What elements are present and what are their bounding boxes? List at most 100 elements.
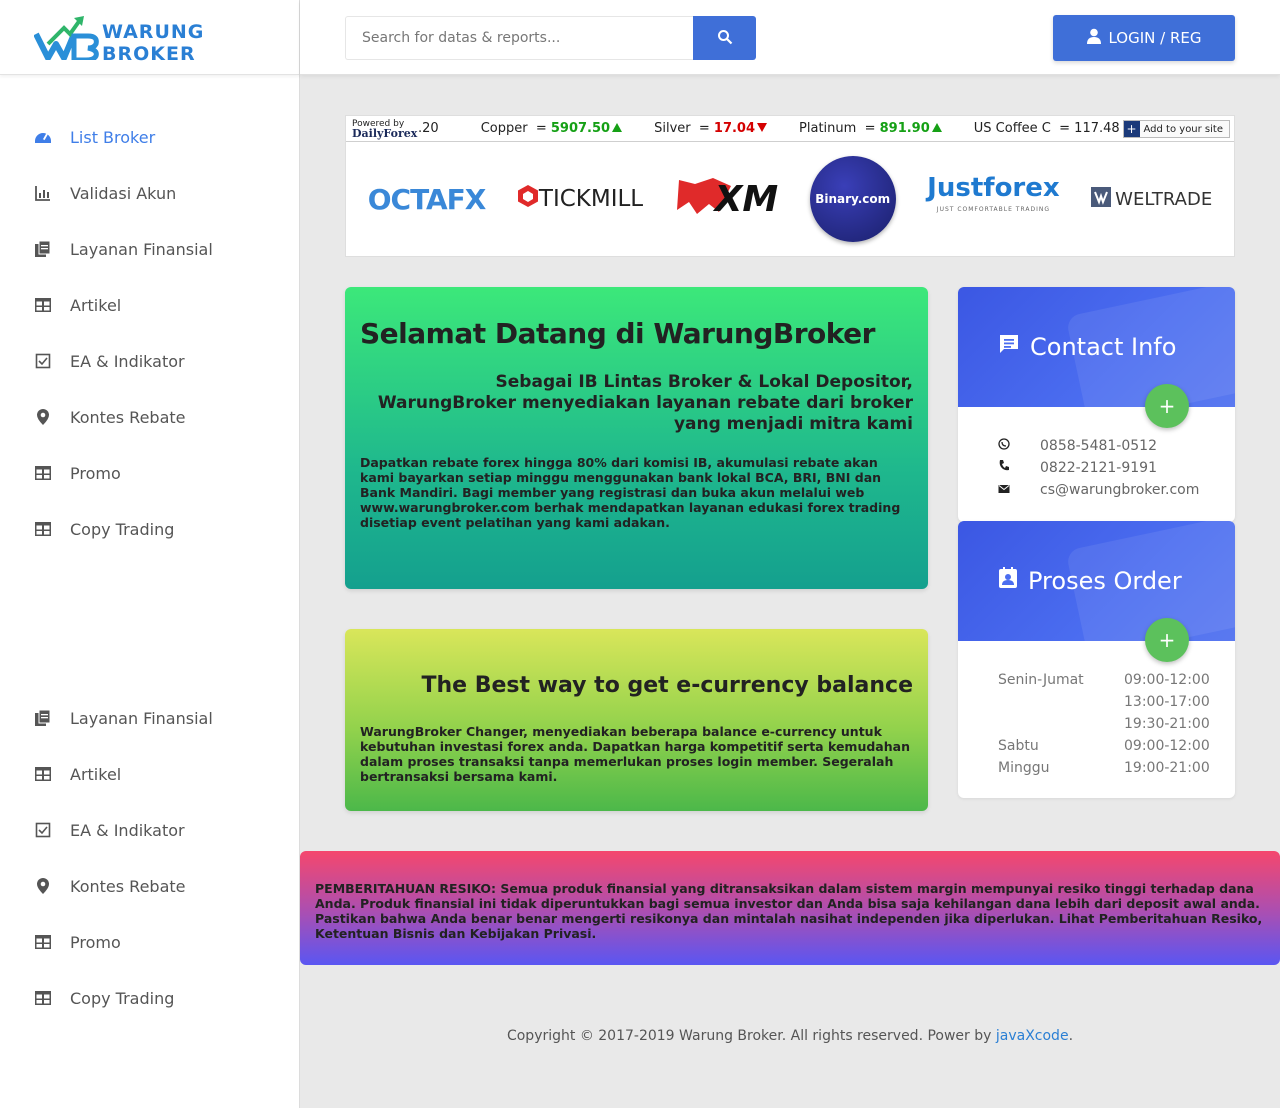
order-process-header: Proses Order	[958, 521, 1235, 641]
login-register-button[interactable]: LOGIN / REG	[1053, 15, 1235, 61]
sidebar-item-ea-indikator[interactable]: EA & Indikator	[0, 333, 300, 389]
order-expand-button[interactable]: +	[1145, 618, 1189, 662]
javaxcode-link[interactable]: javaXcode	[996, 1028, 1069, 1044]
broker-octafx[interactable]: OCTAFX	[368, 183, 487, 216]
dailyforex-brand: DailyForex	[352, 126, 418, 140]
ticker-item[interactable]: Platinum = 891.90	[799, 121, 942, 136]
broker-logos: OCTAFX TICKMILL XM Binary.com Justforex …	[346, 142, 1234, 256]
arrow-up-icon	[612, 123, 623, 132]
order-hours: Senin-Jumat 09:00-12:00 13:00-17:00 19:30-2…	[958, 641, 1235, 779]
sidebar-item-layanan-finansial[interactable]: Layanan Finansial	[0, 690, 300, 746]
contact-details: 0858-5481-0512 0822-2121-9191 cs@warungb…	[958, 407, 1235, 501]
contact-expand-button[interactable]: +	[1145, 384, 1189, 428]
weltrade-icon	[1091, 186, 1112, 212]
user-icon	[1086, 28, 1102, 48]
sidebar-nav-bottom: Layanan Finansial Artikel EA & Indikator Ko…	[0, 690, 300, 1026]
ecurrency-body: WarungBroker Changer, menyediakan bebera…	[360, 724, 910, 784]
envelope-icon	[998, 482, 1040, 498]
sidebar-item-kontes-rebate[interactable]: Kontes Rebate	[0, 858, 300, 914]
order-time: 19:30-21:00	[1124, 716, 1210, 732]
sidebar-item-label: List Broker	[70, 127, 156, 147]
commodity-ticker: Powered by DailyForex .20 Copper = 5907.…	[346, 116, 1234, 142]
tickmill-hex-icon	[517, 184, 539, 214]
sidebar-item-label: Layanan Finansial	[70, 708, 213, 728]
contact-email[interactable]: cs@warungbroker.com	[998, 479, 1235, 501]
sidebar-item-artikel[interactable]: Artikel	[0, 277, 300, 333]
contact-whatsapp[interactable]: 0858-5481-0512	[998, 435, 1235, 457]
sidebar-item-promo[interactable]: Promo	[0, 914, 300, 970]
risk-notice: PEMBERITAHUAN RESIKO: Semua produk finan…	[300, 851, 1280, 965]
sidebar-item-kontes-rebate[interactable]: Kontes Rebate	[0, 389, 300, 445]
sidebar-nav-top: List Broker Validasi Akun Layanan Finansia…	[0, 109, 300, 557]
table-icon	[34, 464, 52, 482]
whatsapp-icon	[998, 438, 1040, 454]
broker-weltrade[interactable]: WELTRADE	[1091, 186, 1212, 212]
documents-icon	[34, 240, 52, 258]
ecurrency-card: The Best way to get e-currency balance W…	[345, 629, 928, 811]
order-time: 19:00-21:00	[1124, 760, 1210, 776]
footer: Copyright © 2017-2019 Warung Broker. All…	[506, 1028, 1074, 1044]
broker-xm[interactable]: XM	[675, 174, 778, 225]
broker-justforex[interactable]: Justforex JUST COMFORTABLE TRADING	[927, 175, 1060, 221]
order-time: 09:00-12:00	[1124, 738, 1210, 754]
sidebar-item-promo[interactable]: Promo	[0, 445, 300, 501]
order-hours-row: 13:00-17:00	[998, 691, 1235, 713]
arrow-down-icon	[757, 123, 768, 132]
sidebar-item-ea-indikator[interactable]: EA & Indikator	[0, 802, 300, 858]
broker-binary[interactable]: Binary.com	[809, 156, 896, 242]
dashboard-icon	[34, 128, 52, 146]
contact-info-header: Contact Info	[958, 287, 1235, 407]
welcome-body: Dapatkan rebate forex hingga 80% dari ko…	[360, 455, 901, 530]
search-icon	[717, 29, 733, 48]
welcome-card: Selamat Datang di WarungBroker Sebagai I…	[345, 287, 928, 589]
sidebar-item-label: Artikel	[70, 295, 122, 315]
order-hours-row: Sabtu 09:00-12:00	[998, 735, 1235, 757]
order-day: Minggu	[998, 760, 1050, 776]
logo[interactable]: WARUNG BROKER	[0, 0, 299, 75]
logo-text: WARUNG BROKER	[102, 21, 205, 65]
powered-by[interactable]: Powered by DailyForex	[346, 117, 418, 141]
arrow-up-icon	[931, 123, 942, 132]
sidebar: WARUNG BROKER List Broker Validasi Akun La…	[0, 0, 300, 1108]
table-icon	[34, 765, 52, 783]
ticker-item[interactable]: Copper = 5907.50	[481, 121, 623, 136]
order-time: 13:00-17:00	[1124, 694, 1210, 710]
order-hours-row: Minggu 19:00-21:00	[998, 757, 1235, 779]
sidebar-item-copy-trading[interactable]: Copy Trading	[0, 970, 300, 1026]
plus-icon: +	[1123, 121, 1140, 137]
sidebar-item-layanan-finansial[interactable]: Layanan Finansial	[0, 221, 300, 277]
broker-tickmill[interactable]: TICKMILL	[517, 184, 643, 214]
sidebar-item-label: EA & Indikator	[70, 351, 185, 371]
checkbox-icon	[34, 821, 52, 839]
table-icon	[34, 989, 52, 1007]
logo-mark-icon	[33, 14, 100, 63]
login-label: LOGIN / REG	[1108, 29, 1202, 47]
sidebar-item-label: Promo	[70, 932, 121, 952]
order-hours-row: Senin-Jumat 09:00-12:00	[998, 669, 1235, 691]
sidebar-item-validasi-akun[interactable]: Validasi Akun	[0, 165, 300, 221]
sidebar-item-list-broker[interactable]: List Broker	[0, 109, 300, 165]
top-bar: LOGIN / REG	[300, 0, 1280, 75]
sidebar-item-label: Validasi Akun	[70, 183, 177, 203]
contact-phone[interactable]: 0822-2121-9191	[998, 457, 1235, 479]
sidebar-item-label: EA & Indikator	[70, 820, 185, 840]
bar-chart-icon	[34, 184, 52, 202]
ticker-lead: .20	[418, 121, 439, 136]
documents-icon	[34, 709, 52, 727]
sidebar-item-copy-trading[interactable]: Copy Trading	[0, 501, 300, 557]
search-input[interactable]	[345, 16, 693, 60]
order-day: Senin-Jumat	[998, 672, 1084, 688]
ticker-item[interactable]: US Coffee C = 117.48	[974, 121, 1120, 136]
sidebar-item-label: Kontes Rebate	[70, 876, 186, 896]
sidebar-item-artikel[interactable]: Artikel	[0, 746, 300, 802]
order-process-card: Proses Order + Senin-Jumat 09:00-12:00 13:…	[958, 521, 1235, 798]
search-button[interactable]	[693, 16, 756, 60]
contact-card-icon	[998, 567, 1018, 595]
add-to-site-button[interactable]: + Add to your site	[1122, 120, 1230, 138]
ticker-item[interactable]: Silver = 17.04	[654, 121, 768, 136]
table-icon	[34, 296, 52, 314]
broker-panel: Powered by DailyForex .20 Copper = 5907.…	[345, 115, 1235, 257]
location-pin-icon	[34, 877, 52, 895]
contact-info-title: Contact Info	[1030, 333, 1177, 361]
chat-icon	[998, 333, 1020, 361]
